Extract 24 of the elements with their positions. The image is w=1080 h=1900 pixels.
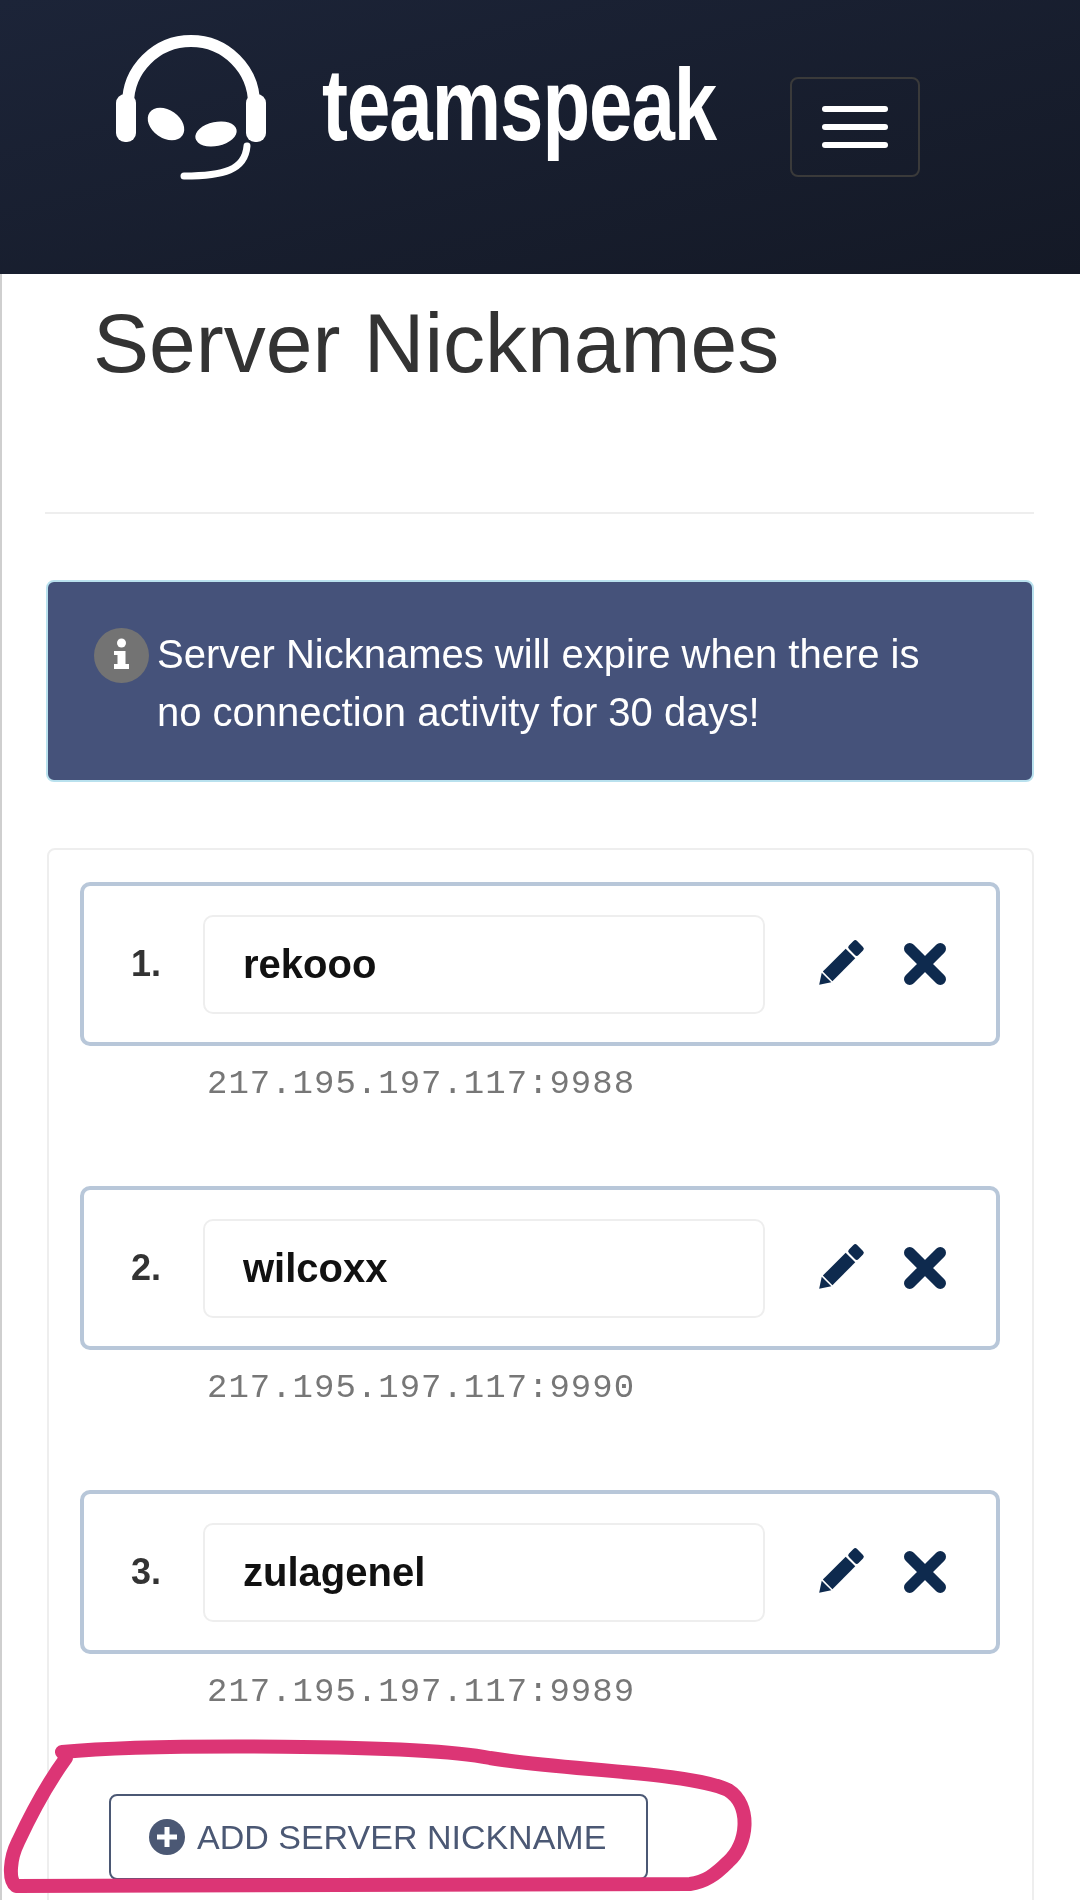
list-number: 1. <box>131 942 163 986</box>
plus-circle-icon <box>149 1819 185 1855</box>
list-number: 3. <box>131 1550 163 1594</box>
nickname-field[interactable]: rekooo <box>203 914 765 1014</box>
notice-text: Server Nicknames will expire when there is no connection activity for 30 days! <box>157 631 921 736</box>
close-icon <box>904 943 946 985</box>
delete-button[interactable] <box>904 1247 946 1289</box>
list-number: 2. <box>131 1246 163 1290</box>
add-nickname-button[interactable]: ADD SERVER NICKNAME <box>109 1794 649 1880</box>
headset-logo-icon[interactable] <box>116 32 266 180</box>
server-address: 217.195.197.117:9988 <box>207 1064 636 1104</box>
server-address: 217.195.197.117:9990 <box>207 1368 636 1408</box>
logo-text[interactable]: teamspeak <box>322 47 717 165</box>
close-icon <box>904 1247 946 1289</box>
delete-button[interactable] <box>904 1551 946 1593</box>
server-address: 217.195.197.117:9989 <box>207 1672 636 1712</box>
nickname-field[interactable]: wilcoxx <box>203 1218 765 1318</box>
menu-button[interactable] <box>790 77 920 177</box>
delete-button[interactable] <box>904 943 946 985</box>
page-title: Server Nicknames <box>93 301 780 385</box>
menu-icon <box>822 106 888 148</box>
nickname-field[interactable]: zulagenel <box>203 1522 765 1622</box>
close-icon <box>904 1551 946 1593</box>
info-icon <box>94 628 149 683</box>
